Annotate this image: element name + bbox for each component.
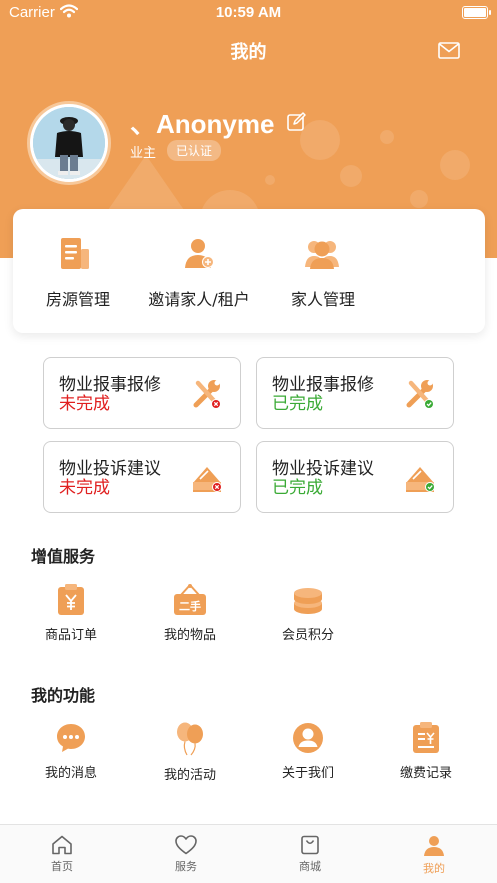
card-status: 未完成 — [59, 394, 110, 414]
function-label: 我的活动 — [163, 768, 216, 783]
card-status: 已完成 — [272, 478, 323, 498]
complaint-complete-card[interactable]: 物业投诉建议 已完成 — [256, 441, 454, 513]
function-item-payments[interactable]: 缴费记录 — [376, 722, 476, 781]
heart-icon — [175, 835, 197, 855]
complaint-incomplete-card[interactable]: 物业投诉建议 未完成 — [43, 441, 241, 513]
clipboard-yuan-icon — [413, 722, 439, 753]
tab-label: 我的 — [423, 862, 445, 875]
battery-icon — [462, 6, 491, 19]
quick-action-property[interactable]: 房源管理 — [13, 209, 143, 333]
secondhand-sign-icon: 二手 — [174, 584, 206, 615]
avatar[interactable] — [27, 101, 111, 185]
mail-icon[interactable] — [438, 42, 460, 59]
repair-incomplete-card[interactable]: 物业报事报修 未完成 — [43, 357, 241, 429]
function-item-activities[interactable]: 我的活动 — [140, 722, 240, 783]
function-item-messages[interactable]: 我的消息 — [21, 722, 121, 781]
service-item-my-items[interactable]: 二手 我的物品 — [140, 584, 240, 643]
tab-bar: 首页 服务 商城 我的 — [0, 824, 497, 883]
coins-stack-icon — [294, 588, 322, 614]
edit-icon[interactable] — [287, 112, 306, 131]
quick-action-family[interactable]: 家人管理 — [258, 209, 388, 333]
quick-actions-card: 房源管理 邀请家人/租户 家人管理 — [13, 209, 485, 333]
repair-tools-icon — [406, 380, 434, 409]
family-icon — [305, 241, 339, 269]
balloons-icon — [177, 722, 203, 756]
card-title: 物业投诉建议 — [59, 459, 161, 479]
service-item-points[interactable]: 会员积分 — [258, 584, 358, 643]
tab-home[interactable]: 首页 — [0, 825, 124, 883]
profile-role: 业主 — [130, 146, 157, 161]
add-person-icon — [185, 239, 214, 268]
function-item-about[interactable]: 关于我们 — [258, 722, 358, 781]
yuan-order-icon — [58, 584, 84, 615]
function-label: 我的消息 — [44, 766, 97, 781]
avatar-photo — [33, 107, 105, 179]
function-label: 关于我们 — [281, 766, 334, 781]
status-bar: Carrier 10:59 AM — [0, 0, 497, 26]
service-label: 会员积分 — [281, 628, 334, 643]
value-services-title: 增值服务 — [31, 547, 96, 566]
card-status: 已完成 — [272, 394, 323, 414]
my-functions-title: 我的功能 — [31, 686, 96, 705]
card-title: 物业报事报修 — [59, 375, 161, 395]
icon-text: 二手 — [179, 599, 201, 613]
tab-label: 服务 — [175, 860, 197, 873]
tab-label: 商城 — [299, 860, 321, 873]
service-label: 我的物品 — [163, 628, 216, 643]
quick-action-label: 邀请家人/租户 — [148, 290, 250, 309]
service-item-orders[interactable]: 商品订单 — [21, 584, 121, 643]
page-title: 我的 — [230, 42, 267, 63]
quick-action-invite[interactable]: 邀请家人/租户 — [134, 209, 264, 333]
card-status: 未完成 — [59, 478, 110, 498]
profile-name: 、Anonyme — [130, 109, 275, 139]
repair-tools-icon — [193, 380, 221, 409]
repair-complete-card[interactable]: 物业报事报修 已完成 — [256, 357, 454, 429]
verified-badge: 已认证 — [167, 140, 222, 161]
tab-service[interactable]: 服务 — [124, 825, 248, 883]
card-title: 物业投诉建议 — [272, 459, 374, 479]
shopping-bag-icon — [301, 835, 319, 855]
quick-action-label: 家人管理 — [290, 290, 355, 309]
tab-label: 首页 — [51, 860, 73, 873]
function-label: 缴费记录 — [399, 766, 452, 781]
tab-mall[interactable]: 商城 — [248, 825, 372, 883]
status-time: 10:59 AM — [215, 4, 282, 21]
card-title: 物业报事报修 — [272, 375, 374, 395]
service-label: 商品订单 — [44, 628, 97, 643]
home-icon — [52, 835, 72, 855]
complaint-letter-icon — [193, 467, 222, 492]
complaint-letter-icon — [406, 467, 435, 492]
chat-bubble-icon — [57, 724, 85, 752]
building-doc-icon — [61, 238, 89, 269]
quick-action-label: 房源管理 — [45, 290, 110, 309]
tab-mine[interactable]: 我的 — [372, 825, 496, 883]
person-circle-icon — [293, 723, 323, 753]
person-icon — [424, 836, 444, 856]
